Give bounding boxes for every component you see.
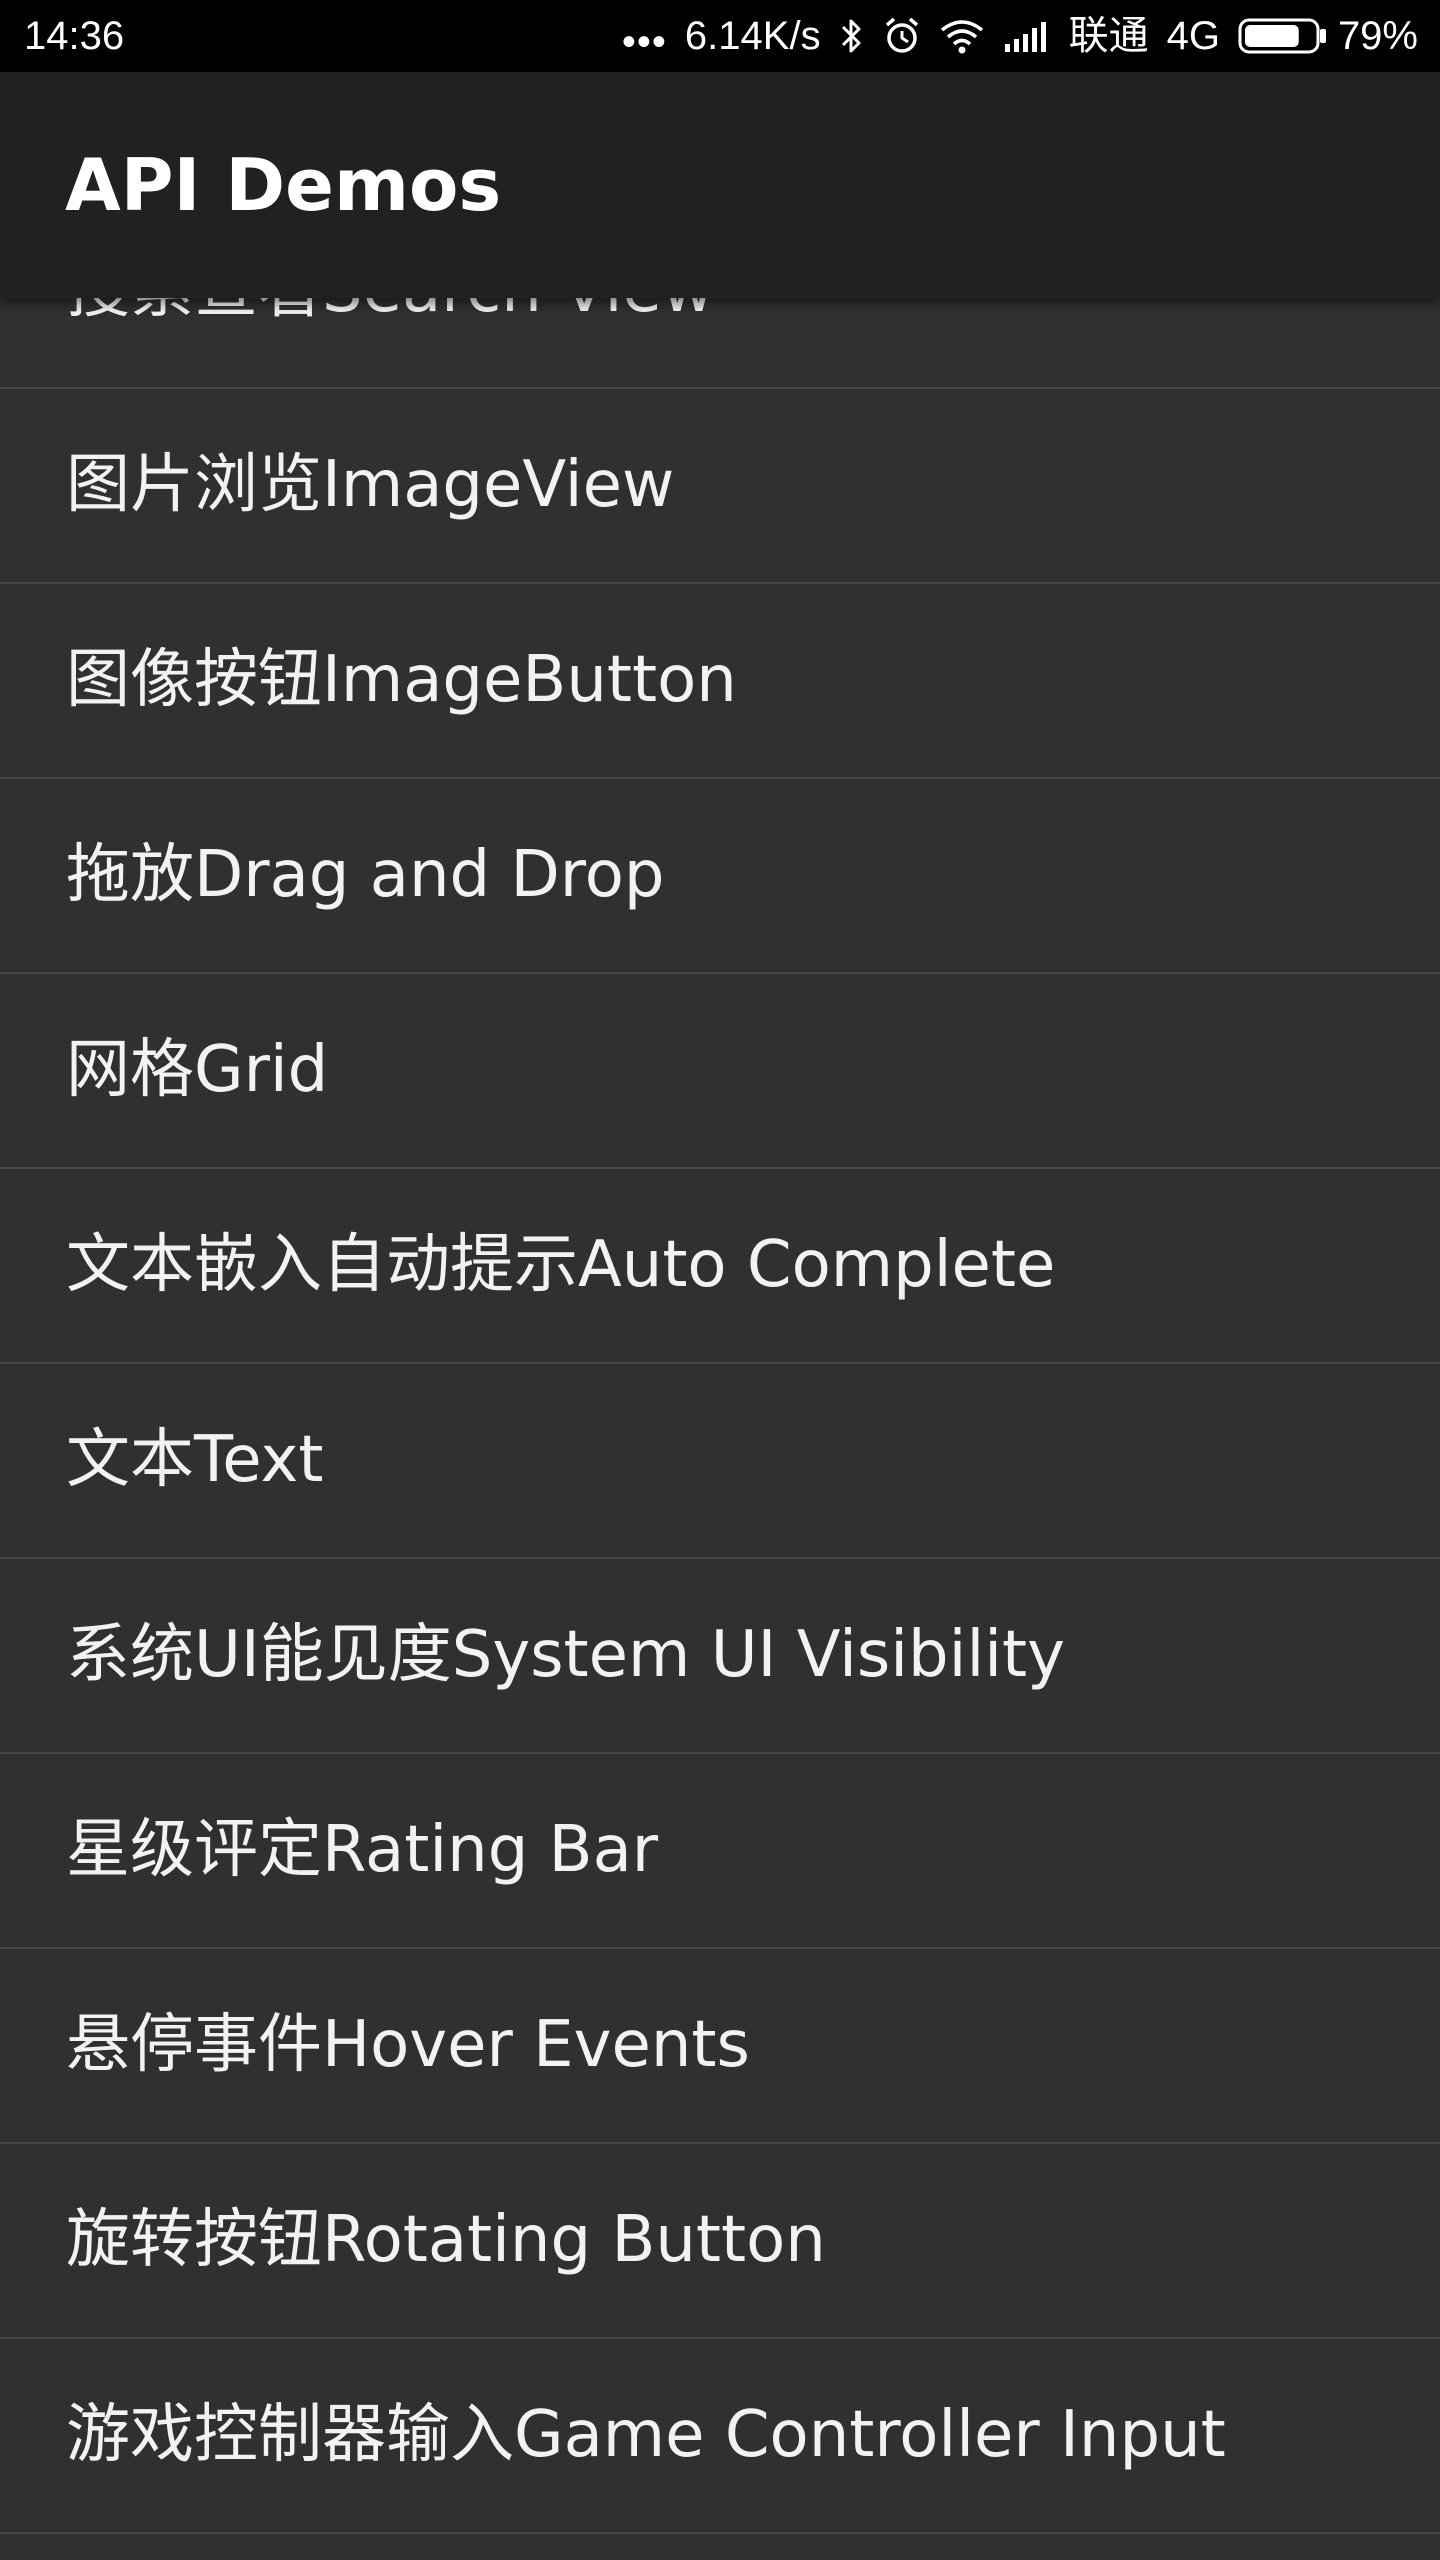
list-item-label: 拖放Drag and Drop [66,838,665,912]
app-bar: API Demos [0,72,1440,298]
demo-list[interactable]: 搜索查看Search View 图片浏览ImageView 图像按钮ImageB… [0,298,1440,2560]
battery-percent: 79% [1337,14,1418,58]
list-item-label: 文本Text [66,1423,324,1497]
list-item-label: 系统UI能见度System UI Visibility [66,1618,1065,1692]
list-item-label: 图片浏览ImageView [66,448,675,522]
list-item-label: 游戏控制器输入Game Controller Input [66,2398,1226,2472]
network-type: 4G [1166,14,1220,58]
list-item-label: 网格Grid [66,1033,329,1107]
list-item-label: 旋转按钮Rotating Button [66,2203,826,2277]
list-item-game-controller-input[interactable]: 游戏控制器输入Game Controller Input [0,2339,1440,2534]
list-item-drag-and-drop[interactable]: 拖放Drag and Drop [0,779,1440,974]
demo-list-content: 搜索查看Search View 图片浏览ImageView 图像按钮ImageB… [0,298,1440,2534]
list-item-label: 星级评定Rating Bar [66,1813,659,1887]
battery-icon [1238,18,1326,54]
list-item-rotating-button[interactable]: 旋转按钮Rotating Button [0,2144,1440,2339]
carrier-name: 联通 [1068,14,1149,58]
app-title: API Demos [65,143,502,227]
status-bar: 14:36 ••• 6.14K/s 联通 4G 79% [0,0,1440,72]
more-dots-icon: ••• [621,20,667,64]
bluetooth-icon [841,19,861,53]
signal-icon [1004,22,1046,52]
wifi-icon [940,20,983,54]
list-item-search-view[interactable]: 搜索查看Search View [0,298,1440,389]
status-time: 14:36 [24,14,125,58]
status-icons: ••• 6.14K/s 联通 4G 79% [622,0,1418,72]
list-item-system-ui-visibility[interactable]: 系统UI能见度System UI Visibility [0,1559,1440,1754]
list-item-label: 悬停事件Hover Events [66,2008,750,2082]
alarm-icon [885,17,918,53]
list-item-label: 图像按钮ImageButton [66,643,737,717]
list-item-text[interactable]: 文本Text [0,1364,1440,1559]
network-speed: 6.14K/s [684,14,821,58]
list-item-image-view[interactable]: 图片浏览ImageView [0,389,1440,584]
battery-indicator: 79% [1238,0,1418,72]
list-item-image-button[interactable]: 图像按钮ImageButton [0,584,1440,779]
list-item-auto-complete[interactable]: 文本嵌入自动提示Auto Complete [0,1169,1440,1364]
list-item-label: 文本嵌入自动提示Auto Complete [66,1228,1056,1302]
list-item-hover-events[interactable]: 悬停事件Hover Events [0,1949,1440,2144]
list-item-grid[interactable]: 网格Grid [0,974,1440,1169]
list-item-rating-bar[interactable]: 星级评定Rating Bar [0,1754,1440,1949]
list-item-label: 搜索查看Search View [66,298,714,387]
